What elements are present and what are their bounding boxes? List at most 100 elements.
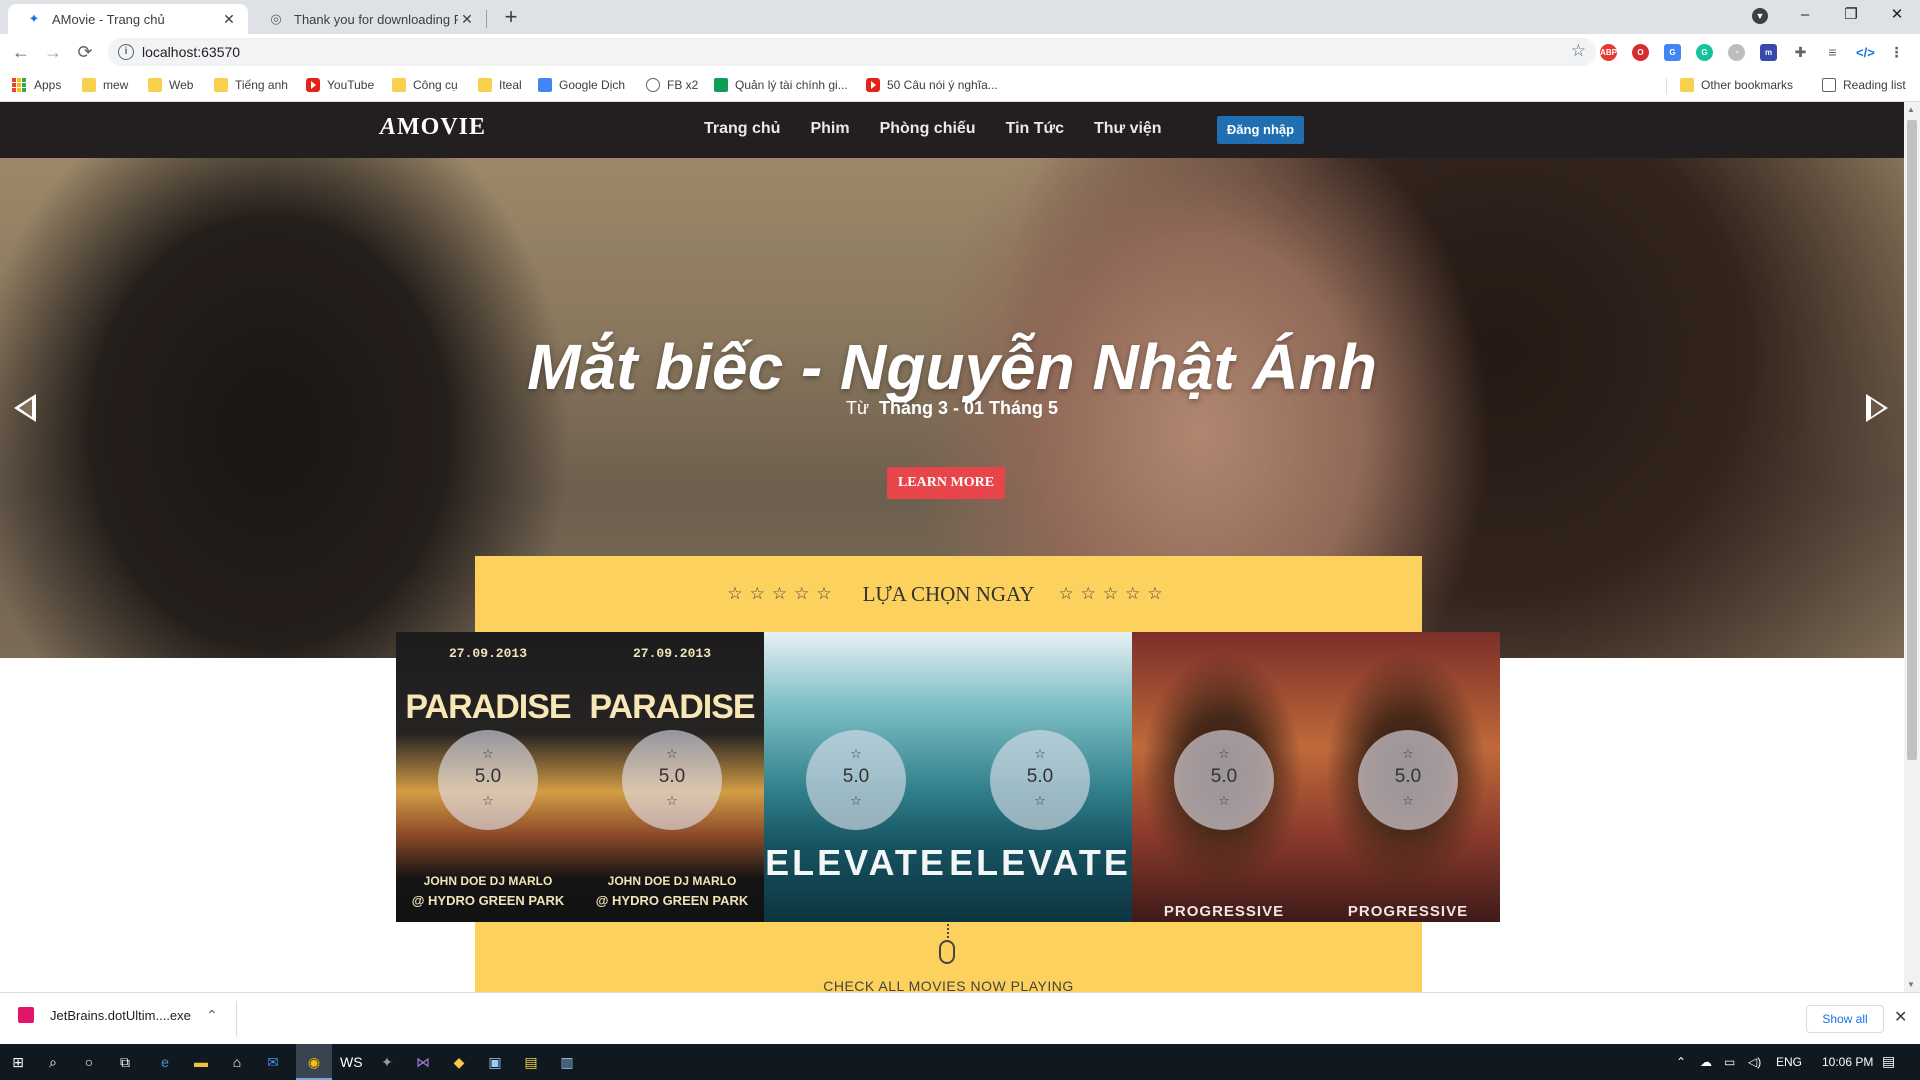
chrome-icon[interactable]: ◉	[305, 1053, 323, 1071]
language-indicator[interactable]: ENG	[1776, 1055, 1802, 1069]
bookmark-mew[interactable]: mew	[82, 78, 128, 92]
learn-more-button[interactable]: LEARN MORE	[887, 467, 1005, 499]
close-tab-icon[interactable]: ✕	[220, 11, 238, 28]
url-text[interactable]: localhost:63570	[142, 44, 240, 60]
new-tab-button[interactable]: +	[498, 5, 524, 31]
restore-button[interactable]: ❐	[1828, 0, 1874, 34]
rating-value: 5.0	[842, 766, 870, 787]
profile-icon[interactable]: ▼	[1752, 8, 1768, 24]
windows-start-icon[interactable]: ⊞	[9, 1053, 27, 1071]
menu-item-thu-vien[interactable]: Thư viện	[1094, 120, 1162, 138]
show-all-button[interactable]: Show all	[1806, 1005, 1884, 1033]
task-view-icon[interactable]: ⧉	[116, 1053, 134, 1071]
login-button[interactable]: Đăng nhập	[1217, 116, 1304, 144]
visual-studio-icon[interactable]: ⋈	[414, 1053, 432, 1071]
movie-poster[interactable]: PROGRESSIVE ☆ 5.0 ☆	[1316, 632, 1500, 922]
file-explorer-icon[interactable]: ▬	[192, 1053, 210, 1071]
adblock-extension-icon[interactable]: ABP	[1600, 44, 1617, 61]
bookmarks-divider	[1666, 78, 1667, 94]
bookmark-apps[interactable]: Apps	[12, 78, 61, 92]
chevron-up-icon[interactable]: ⌃	[206, 1007, 218, 1024]
media-queue-icon[interactable]: ≡	[1824, 44, 1841, 61]
edge-icon[interactable]: e	[156, 1053, 174, 1071]
download-shelf: JetBrains.dotUltim....exe ⌃ Show all ✕	[0, 992, 1920, 1044]
youtube-icon	[306, 78, 320, 92]
bookmark-cong-cu[interactable]: Công cụ	[392, 78, 458, 92]
webstorm-icon[interactable]: WS	[340, 1053, 363, 1071]
notifications-icon[interactable]: ▤	[1882, 1053, 1895, 1070]
devtools-extension-icon[interactable]: </>	[1856, 44, 1875, 61]
bookmark-google-dich[interactable]: Google Dịch	[538, 78, 625, 92]
forward-button[interactable]: →	[40, 39, 66, 65]
carousel-next-icon[interactable]	[1866, 394, 1888, 422]
page-scrollbar[interactable]: ▲ ▼	[1904, 102, 1920, 992]
mail-icon[interactable]: ✉	[264, 1053, 282, 1071]
clock[interactable]: 10:06 PM	[1822, 1055, 1873, 1069]
hero-date: Từ Tháng 3 - 01 Tháng 5	[0, 398, 1904, 419]
bookmark-youtube[interactable]: YouTube	[306, 78, 374, 92]
menu-item-trang-chu[interactable]: Trang chủ	[704, 120, 780, 138]
onedrive-icon[interactable]: ☁	[1700, 1055, 1712, 1069]
poster-title: ELEVATE	[949, 842, 1131, 883]
site-info-icon[interactable]: i	[118, 44, 134, 60]
bookmark-iteal[interactable]: Iteal	[478, 78, 522, 92]
puzzle-extensions-icon[interactable]: ✚	[1792, 44, 1809, 61]
grammarly-extension-icon[interactable]: G	[1696, 44, 1713, 61]
bookmark-tieng-anh[interactable]: Tiếng anh	[214, 78, 288, 92]
pick-now-title: LỰA CHỌN NGAY	[862, 581, 1035, 606]
notepad-icon[interactable]: ▥	[558, 1053, 576, 1071]
site-logo[interactable]: AMOVIE	[380, 114, 486, 141]
back-button[interactable]: ←	[8, 39, 34, 65]
scroll-up-icon[interactable]: ▲	[1907, 105, 1915, 114]
movie-poster[interactable]: 27.09.2013 PARADISE JOHN DOE DJ MARLO @ …	[580, 632, 764, 922]
messenger-extension-icon[interactable]: m	[1760, 44, 1777, 61]
bookmark-quan-ly[interactable]: Quản lý tài chính gi...	[714, 78, 848, 92]
close-window-button[interactable]: ✕	[1874, 0, 1920, 34]
bookmark-fb-x2[interactable]: FB x2	[646, 78, 698, 92]
tray-expand-icon[interactable]: ⌃	[1676, 1055, 1686, 1069]
translate-extension-icon[interactable]: G	[1664, 44, 1681, 61]
bird-app-icon[interactable]: ✦	[378, 1053, 396, 1071]
reload-button[interactable]: ⟳	[72, 39, 98, 65]
volume-icon[interactable]: ◁)	[1748, 1055, 1761, 1069]
movie-poster[interactable]: 27.09.2013 PARADISE JOHN DOE DJ MARLO @ …	[396, 632, 580, 922]
bookmark-other[interactable]: Other bookmarks	[1680, 78, 1793, 92]
carousel-prev-icon[interactable]	[14, 394, 36, 422]
scroll-down-icon[interactable]: ▼	[1907, 980, 1915, 989]
movie-poster[interactable]: ELEVATE ☆ 5.0 ☆	[764, 632, 948, 922]
menu-item-tin-tuc[interactable]: Tin Tức	[1006, 120, 1064, 138]
bookmark-cau-noi[interactable]: 50 Câu nói ý nghĩa...	[866, 78, 998, 92]
search-icon[interactable]: ⌕	[44, 1053, 62, 1071]
mouse-scroll-icon[interactable]	[939, 940, 955, 964]
scrollbar-thumb[interactable]	[1907, 120, 1917, 760]
reading-list[interactable]: Reading list	[1822, 78, 1906, 92]
bookmark-web[interactable]: Web	[148, 78, 193, 92]
tab-amovie[interactable]: ✦ AMovie - Trang chủ ✕	[8, 4, 248, 34]
chrome-menu-icon[interactable]: ⋮	[1888, 44, 1905, 61]
bookmark-label: Iteal	[499, 78, 522, 92]
bookmark-star-icon[interactable]: ☆	[1571, 41, 1586, 61]
timer-extension-icon[interactable]: ◔	[1728, 44, 1745, 61]
close-tab-icon[interactable]: ✕	[458, 11, 476, 28]
minimize-button[interactable]: –	[1782, 0, 1828, 34]
store-icon[interactable]: ⌂	[228, 1053, 246, 1071]
movie-poster[interactable]: PROGRESSIVE ☆ 5.0 ☆	[1132, 632, 1316, 922]
menu-item-phong-chieu[interactable]: Phòng chiếu	[880, 120, 976, 138]
opera-extension-icon[interactable]: O	[1632, 44, 1649, 61]
remote-desktop-icon[interactable]: ▣	[486, 1053, 504, 1071]
git-tool-icon[interactable]: ◆	[450, 1053, 468, 1071]
cortana-icon[interactable]: ○	[80, 1053, 98, 1071]
close-download-shelf-icon[interactable]: ✕	[1894, 1007, 1907, 1027]
check-all-link[interactable]: CHECK ALL MOVIES NOW PLAYING	[475, 978, 1422, 992]
notes-app-icon[interactable]: ▤	[522, 1053, 540, 1071]
menu-item-phim[interactable]: Phim	[810, 120, 849, 138]
tab-resharper[interactable]: ◎ Thank you for downloading ReSh ✕	[250, 4, 486, 34]
address-bar[interactable]: i localhost:63570 ☆	[108, 38, 1596, 66]
rating-value: 5.0	[474, 766, 502, 787]
poster-line: JOHN DOE DJ MARLO	[607, 874, 737, 888]
stars-right-icon: ☆☆☆☆☆	[1058, 584, 1170, 603]
download-item[interactable]: JetBrains.dotUltim....exe	[18, 1007, 191, 1023]
movie-poster[interactable]: ELEVATE ☆ 5.0 ☆	[948, 632, 1132, 922]
network-icon[interactable]: ▭	[1724, 1055, 1735, 1069]
star-icon: ☆	[1034, 793, 1046, 808]
